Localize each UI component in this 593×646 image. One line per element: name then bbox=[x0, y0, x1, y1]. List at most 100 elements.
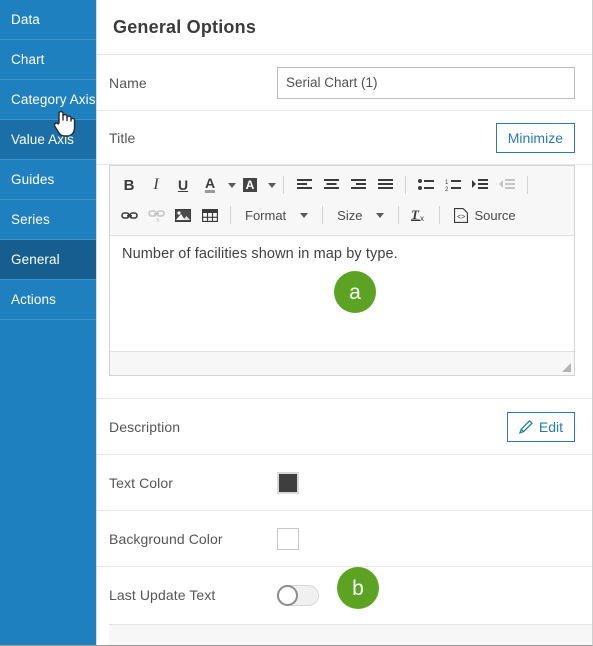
background-color-icon[interactable]: A bbox=[237, 172, 263, 198]
sidebar-item-label: Value Axis bbox=[11, 132, 75, 147]
chevron-down-icon bbox=[268, 182, 276, 188]
settings-rows: Name Title Minimize B I bbox=[97, 55, 592, 624]
sidebar-item-label: General bbox=[11, 252, 60, 267]
svg-text:x: x bbox=[420, 214, 424, 223]
sidebar-item-value-axis[interactable]: Value Axis bbox=[0, 120, 96, 160]
text-color-swatch[interactable] bbox=[277, 471, 299, 494]
toolbar-divider bbox=[405, 176, 406, 194]
chevron-down-icon bbox=[300, 212, 309, 218]
edit-description-button[interactable]: Edit bbox=[506, 411, 575, 442]
settings-sidebar: Data Chart Category Axis Value Axis Guid… bbox=[0, 0, 96, 645]
editor-bottom-spacer bbox=[97, 376, 592, 399]
sidebar-item-label: Data bbox=[11, 12, 40, 27]
sidebar-item-actions[interactable]: Actions bbox=[0, 280, 96, 320]
name-label: Name bbox=[109, 74, 147, 91]
toolbar-divider bbox=[230, 206, 231, 224]
underline-glyph: U bbox=[177, 177, 189, 193]
minimize-button[interactable]: Minimize bbox=[495, 122, 575, 153]
remove-format-icon[interactable]: T x bbox=[406, 202, 432, 228]
title-label: Title bbox=[109, 129, 136, 146]
source-code-icon: <> bbox=[454, 207, 469, 223]
indent-decrease-icon bbox=[494, 172, 520, 198]
italic-icon[interactable]: I bbox=[143, 172, 169, 198]
align-center-icon[interactable] bbox=[318, 172, 344, 198]
toolbar-divider bbox=[398, 206, 400, 224]
sidebar-item-label: Category Axis bbox=[11, 92, 96, 107]
background-color-swatch[interactable] bbox=[277, 527, 299, 550]
bulleted-list-icon[interactable] bbox=[413, 172, 439, 198]
link-icon[interactable] bbox=[116, 202, 142, 228]
chevron-down-icon bbox=[228, 182, 236, 188]
text-color-dropdown-icon[interactable] bbox=[224, 172, 236, 198]
toolbar-divider bbox=[527, 176, 528, 194]
underline-icon[interactable]: U bbox=[170, 172, 196, 198]
size-dropdown[interactable]: Size bbox=[330, 202, 391, 228]
title-rich-text-editor: B I U A A 1 2 x Format Size T x <> Sourc… bbox=[109, 165, 575, 376]
sidebar-item-guides[interactable]: Guides bbox=[0, 160, 96, 200]
description-label: Description bbox=[109, 418, 181, 435]
last-update-text-toggle[interactable] bbox=[277, 584, 319, 606]
settings-main-panel: General Options Name Title Minimize B bbox=[96, 0, 592, 645]
callout-badge-b: b bbox=[337, 567, 379, 609]
indent-increase-icon[interactable] bbox=[467, 172, 493, 198]
panel-footer bbox=[109, 624, 592, 645]
source-button[interactable]: <> Source bbox=[447, 202, 522, 228]
chevron-down-icon bbox=[376, 212, 385, 218]
row-text-color: Text Color bbox=[97, 455, 592, 511]
sidebar-item-series[interactable]: Series bbox=[0, 200, 96, 240]
sidebar-item-category-axis[interactable]: Category Axis bbox=[0, 80, 96, 120]
svg-text:<>: <> bbox=[457, 214, 465, 221]
page-title: General Options bbox=[113, 16, 257, 37]
bold-icon[interactable]: B bbox=[116, 172, 142, 198]
svg-text:2: 2 bbox=[445, 187, 449, 192]
source-label: Source bbox=[474, 207, 516, 223]
callout-badge-a: a bbox=[334, 271, 376, 313]
sidebar-item-data[interactable]: Data bbox=[0, 0, 96, 40]
format-dropdown[interactable]: Format bbox=[238, 202, 315, 228]
edit-button-label: Edit bbox=[538, 418, 563, 435]
background-color-label: Background Color bbox=[109, 530, 223, 547]
callout-label: b bbox=[352, 576, 364, 600]
name-input[interactable] bbox=[277, 66, 575, 99]
row-title: Title Minimize bbox=[97, 111, 592, 165]
background-color-glyph: A bbox=[242, 178, 258, 192]
sidebar-filler bbox=[0, 320, 96, 645]
table-icon[interactable] bbox=[197, 202, 223, 228]
toggle-knob bbox=[277, 584, 298, 606]
editor-footer bbox=[110, 351, 574, 375]
image-icon[interactable] bbox=[170, 202, 196, 228]
format-dropdown-label: Format bbox=[245, 207, 287, 223]
row-background-color: Background Color bbox=[97, 511, 592, 567]
editor-toolbar: B I U A A 1 2 x Format Size T x <> Sourc… bbox=[110, 166, 574, 236]
editor-toolbar-row-2: x Format Size T x <> Source bbox=[116, 200, 568, 230]
numbered-list-icon[interactable]: 1 2 bbox=[440, 172, 466, 198]
sidebar-item-label: Series bbox=[11, 212, 50, 227]
text-color-label: Text Color bbox=[109, 474, 174, 491]
unlink-icon: x bbox=[143, 202, 169, 228]
panel-header: General Options bbox=[97, 0, 592, 55]
align-right-icon[interactable] bbox=[345, 172, 371, 198]
callout-label: a bbox=[349, 280, 361, 304]
editor-toolbar-row-1: B I U A A 1 2 bbox=[116, 170, 568, 200]
sidebar-item-label: Actions bbox=[11, 292, 56, 307]
resize-handle-icon[interactable] bbox=[562, 363, 571, 372]
row-name: Name bbox=[97, 55, 592, 111]
chart-settings-window: Data Chart Category Axis Value Axis Guid… bbox=[0, 0, 593, 646]
sidebar-item-chart[interactable]: Chart bbox=[0, 40, 96, 80]
last-update-text-label: Last Update Text bbox=[109, 587, 216, 603]
toolbar-divider bbox=[439, 206, 441, 224]
text-color-glyph: A bbox=[204, 175, 216, 193]
size-dropdown-label: Size bbox=[337, 207, 363, 223]
toolbar-divider bbox=[283, 176, 284, 194]
row-description: Description Edit bbox=[97, 399, 592, 455]
svg-text:1: 1 bbox=[445, 180, 449, 186]
sidebar-item-general[interactable]: General bbox=[0, 240, 96, 280]
bold-glyph: B bbox=[123, 176, 135, 194]
background-color-dropdown-icon[interactable] bbox=[264, 172, 276, 198]
svg-text:x: x bbox=[156, 217, 160, 222]
align-left-icon[interactable] bbox=[291, 172, 317, 198]
italic-glyph: I bbox=[153, 176, 159, 193]
align-justify-icon[interactable] bbox=[372, 172, 398, 198]
text-color-icon[interactable]: A bbox=[197, 172, 223, 198]
pencil-icon bbox=[518, 419, 533, 434]
